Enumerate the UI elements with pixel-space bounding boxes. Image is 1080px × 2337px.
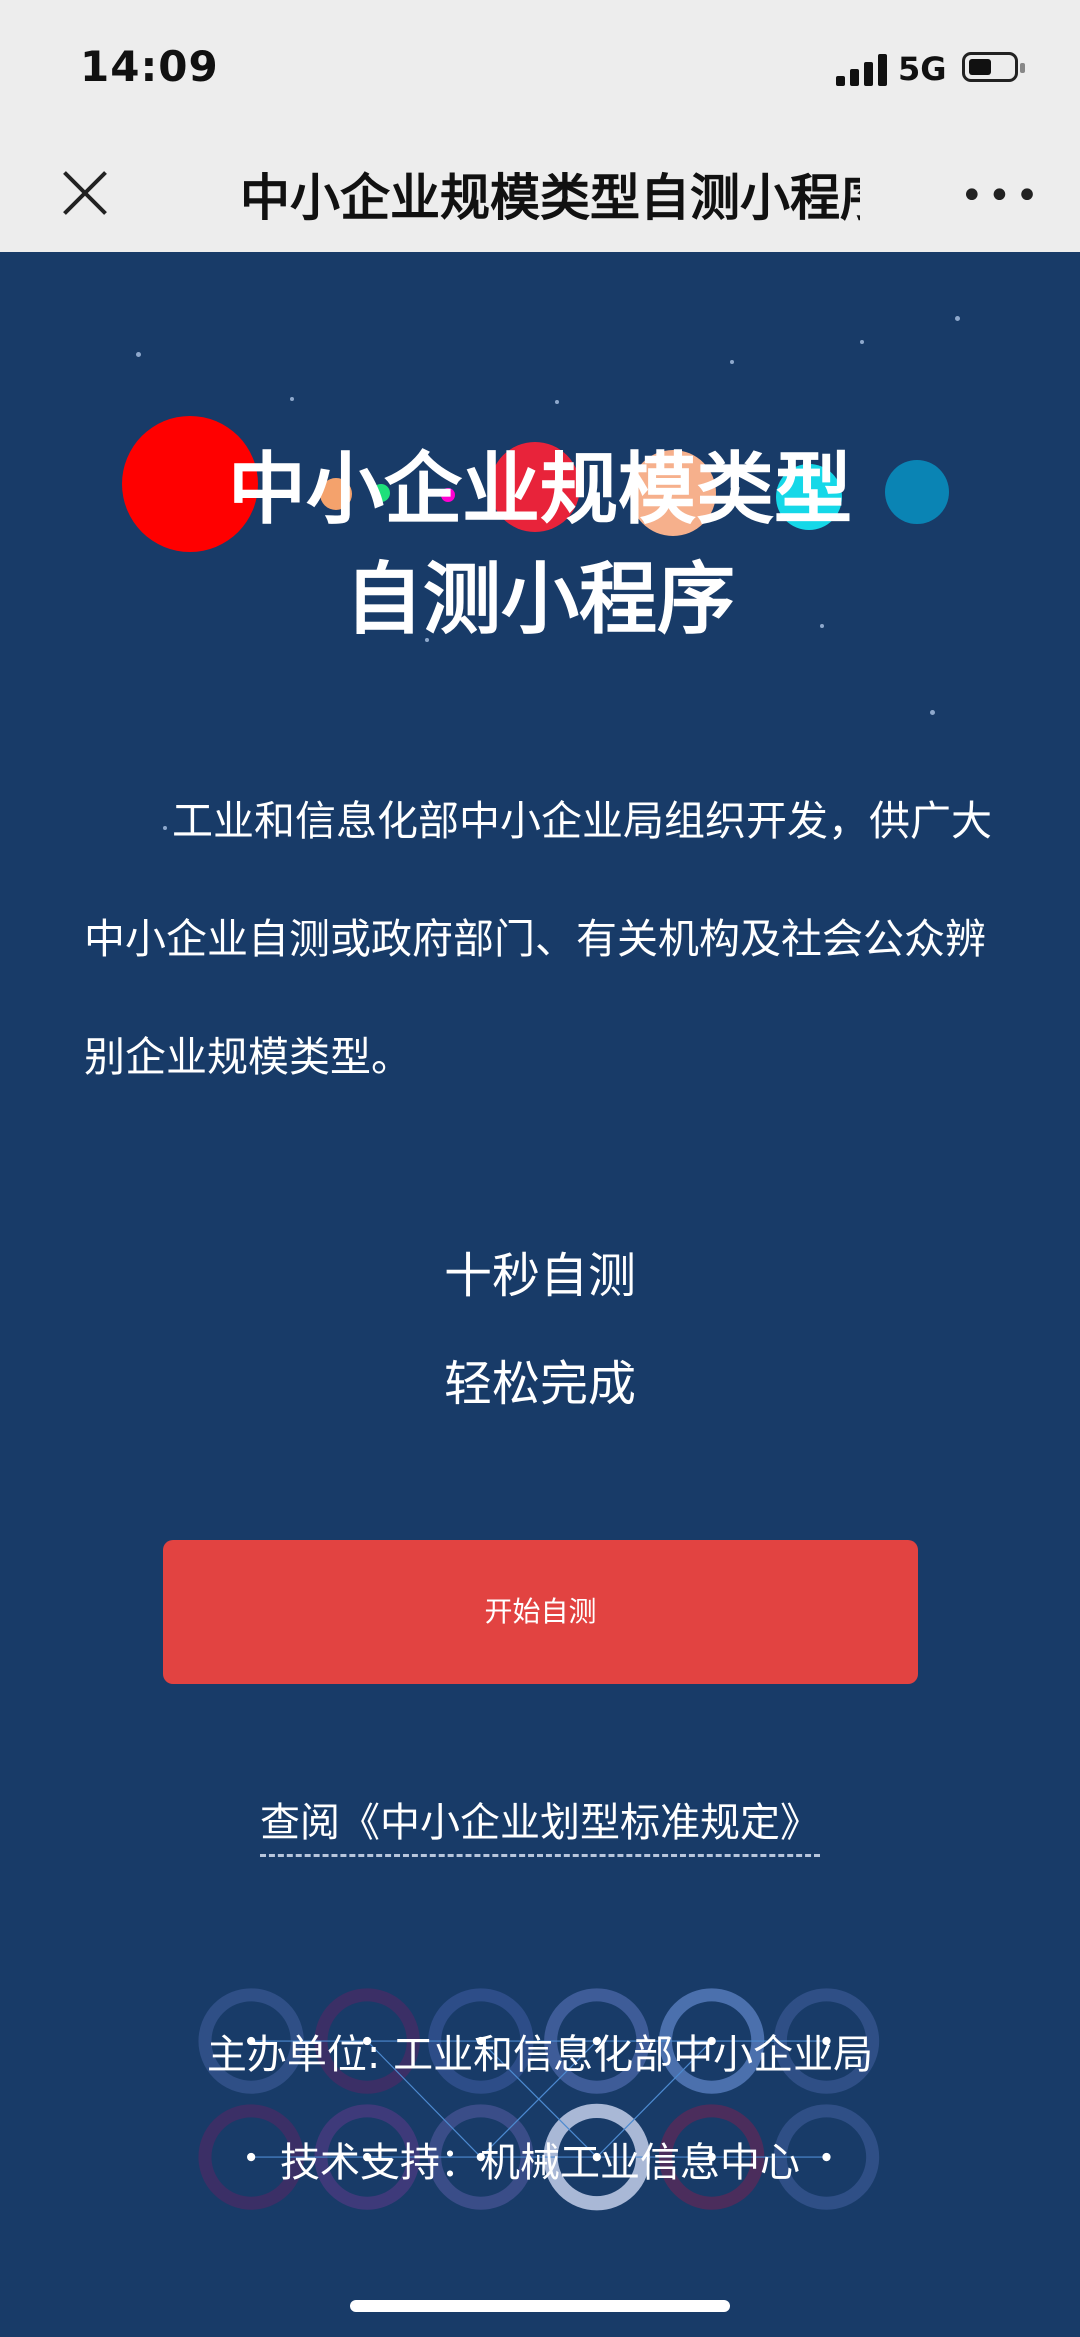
intro-paragraph: 工业和信息化部中小企业局组织开发，供广大中小企业自测或政府部门、有关机构及社会公… [84, 797, 992, 1081]
signal-icon [836, 52, 888, 86]
network-type: 5G [898, 50, 947, 88]
start-test-button[interactable]: 开始自测 [163, 1540, 918, 1684]
star-decoration [290, 397, 294, 401]
main-content: 中小企业规模类型 自测小程序 工业和信息化部中小企业局组织开发，供广大中小企业自… [0, 252, 1080, 2337]
star-decoration [555, 400, 559, 404]
close-icon[interactable] [52, 160, 118, 226]
more-dots-icon[interactable]: ••• [960, 176, 1039, 216]
tagline-easy: 轻松完成 [443, 1356, 636, 1412]
hero-title-line1: 中小企业规模类型 [227, 445, 852, 535]
star-decoration [955, 316, 960, 321]
battery-icon [962, 52, 1025, 82]
navigation-bar: 中小企业规模类型自测小程序 ••• [0, 140, 1080, 252]
standard-link-row: 查阅《中小企业划型标准规定》 [0, 1790, 1080, 1857]
star-decoration [136, 352, 141, 357]
status-time: 14:09 [80, 42, 219, 91]
status-bar: 14:09 5G [0, 0, 1080, 140]
hero-title-line2: 自测小程序 [344, 555, 735, 645]
star-decoration [930, 710, 935, 715]
organizer-text: 主办单位: 工业和信息化部中小企业局 [206, 2032, 874, 2078]
nav-title: 中小企业规模类型自测小程序 [240, 169, 860, 227]
tagline-ten-seconds: 十秒自测 [443, 1248, 636, 1304]
standard-regulation-link[interactable]: 查阅《中小企业划型标准规定》 [260, 1790, 820, 1857]
home-indicator[interactable] [350, 2300, 730, 2312]
tech-support-text: 技术支持：机械工业信息中心 [280, 2140, 800, 2186]
star-decoration [730, 360, 734, 364]
star-decoration [860, 340, 864, 344]
